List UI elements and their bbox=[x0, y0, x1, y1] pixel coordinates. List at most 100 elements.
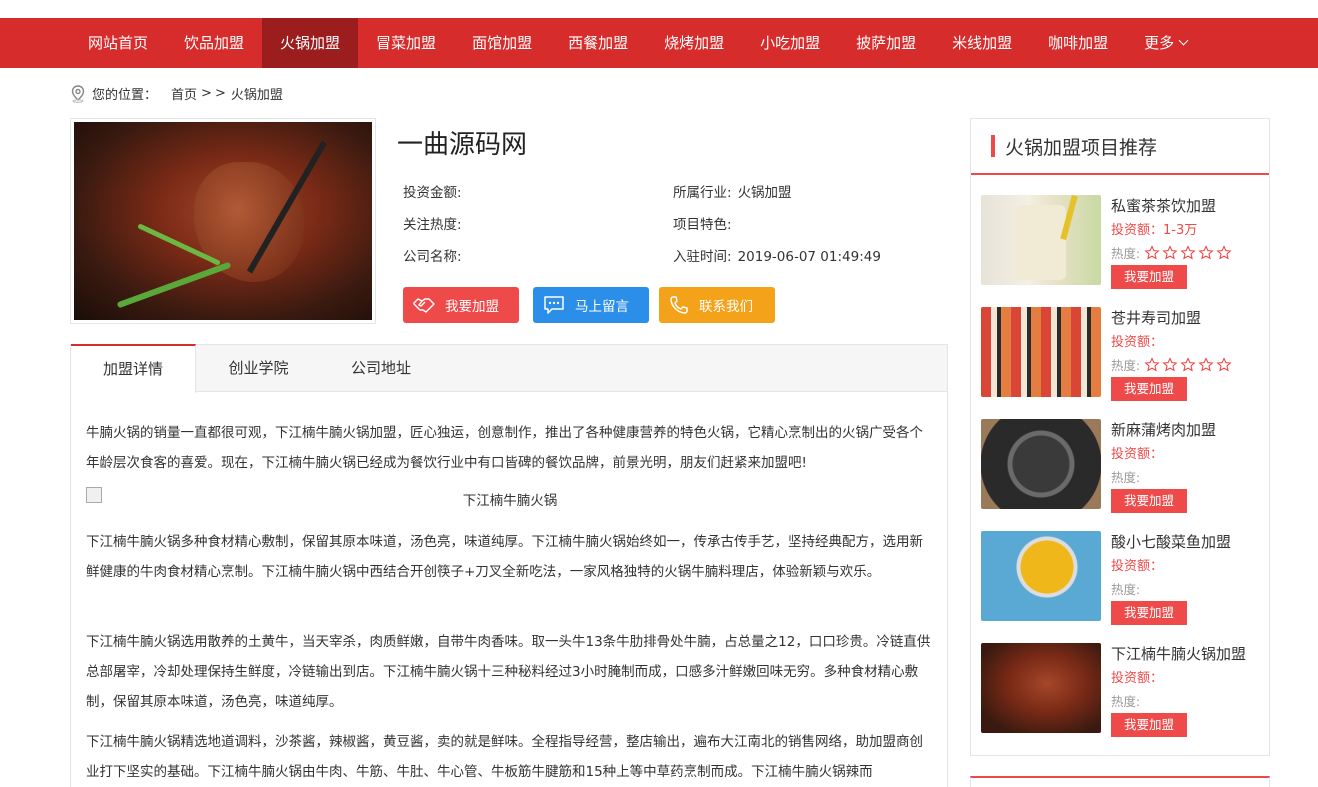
heat-label: 热度: bbox=[1111, 358, 1141, 373]
recommend-join-button[interactable]: 我要加盟 bbox=[1111, 489, 1187, 513]
leave-message-label: 马上留言 bbox=[575, 299, 629, 315]
nav-item-western[interactable]: 西餐加盟 bbox=[550, 18, 646, 68]
chevron-down-icon bbox=[1178, 35, 1189, 46]
breadcrumb: 您的位置： 首页 > > 火锅加盟 bbox=[70, 84, 283, 103]
joined-label: 入驻时间: bbox=[673, 249, 732, 265]
image-garnish bbox=[137, 223, 221, 266]
nav-more-label: 更多 bbox=[1144, 34, 1175, 52]
recommend-join-button[interactable]: 我要加盟 bbox=[1111, 713, 1187, 737]
nav-item-pizza[interactable]: 披萨加盟 bbox=[838, 18, 934, 68]
recommend-item[interactable]: 苍井寿司加盟 投资额： 热度: 我要加盟 bbox=[981, 307, 1261, 401]
star-outline-icon bbox=[1162, 356, 1178, 372]
recommend-item[interactable]: 私蜜茶茶饮加盟 投资额：1-3万 热度: 我要加盟 bbox=[981, 195, 1261, 289]
heat-label: 关注热度: bbox=[403, 217, 462, 233]
nav-item-more[interactable]: 更多 bbox=[1126, 18, 1205, 68]
feature-label: 项目特色: bbox=[673, 217, 732, 233]
join-button[interactable]: 我要加盟 bbox=[403, 287, 519, 323]
heat-label: 热度: bbox=[1111, 694, 1141, 709]
project-title: 一曲源码网 bbox=[397, 130, 528, 160]
nav-item-coffee[interactable]: 咖啡加盟 bbox=[1030, 18, 1126, 68]
chat-bubble-icon bbox=[544, 296, 564, 314]
sidebar-header-bar bbox=[991, 135, 995, 157]
heat-label: 热度: bbox=[1111, 246, 1141, 261]
top-nav: 网站首页 饮品加盟 火锅加盟 冒菜加盟 面馆加盟 西餐加盟 烧烤加盟 小吃加盟 … bbox=[0, 18, 1318, 68]
recommend-item-name[interactable]: 下江楠牛腩火锅加盟 bbox=[1111, 643, 1246, 664]
contact-us-button[interactable]: 联系我们 bbox=[659, 287, 775, 323]
heat-label: 热度: bbox=[1111, 582, 1141, 597]
article-paragraph: 下江楠牛腩火锅精选地道调料，沙茶酱，辣椒酱，黄豆酱，卖的就是鲜味。全程指导经营，… bbox=[86, 734, 923, 780]
nav-item-home[interactable]: 网站首页 bbox=[70, 18, 166, 68]
industry-value[interactable]: 火锅加盟 bbox=[738, 185, 792, 201]
recommend-item[interactable]: 新麻蒲烤肉加盟 投资额： 热度: 我要加盟 bbox=[981, 419, 1261, 513]
breadcrumb-separator: > bbox=[214, 86, 226, 101]
recommend-item-heat: 热度: bbox=[1111, 243, 1234, 262]
article-paragraph: 牛腩火锅的销量一直都很可观，下江楠牛腩火锅加盟，匠心独运，创意制作，推出了各种健… bbox=[86, 425, 923, 471]
nav-item-hotpot[interactable]: 火锅加盟 bbox=[262, 18, 359, 68]
recommend-item-heat: 热度: bbox=[1111, 355, 1234, 374]
tab-franchise-details[interactable]: 加盟详情 bbox=[71, 344, 196, 393]
recommend-item-name[interactable]: 私蜜茶茶饮加盟 bbox=[1111, 195, 1216, 216]
recommend-item-image[interactable] bbox=[981, 307, 1101, 397]
recommend-item-heat: 热度: bbox=[1111, 579, 1140, 598]
industry-label: 所属行业: bbox=[673, 185, 732, 201]
recommend-item-invest: 投资额： bbox=[1111, 671, 1164, 686]
recommend-item-heat: 热度: bbox=[1111, 691, 1140, 710]
breadcrumb-separator: > bbox=[201, 86, 212, 101]
recommend-item-invest: 投资额： bbox=[1111, 447, 1164, 462]
recommend-item-image[interactable] bbox=[981, 195, 1101, 285]
star-outline-icon bbox=[1216, 244, 1232, 260]
star-outline-icon bbox=[1198, 356, 1214, 372]
project-image-frame bbox=[70, 118, 376, 324]
heat-label: 热度: bbox=[1111, 470, 1141, 485]
joined-field: 入驻时间: 2019-06-07 01:49:49 bbox=[673, 245, 881, 265]
recommend-join-button[interactable]: 我要加盟 bbox=[1111, 377, 1187, 401]
join-button-label: 我要加盟 bbox=[445, 299, 499, 315]
star-outline-icon bbox=[1180, 244, 1196, 260]
breadcrumb-current[interactable]: 火锅加盟 bbox=[231, 84, 283, 103]
article-paragraph: 下江楠牛腩火锅选用散养的土黄牛，当天宰杀，肉质鲜嫩，自带牛肉香味。取一头牛13条… bbox=[86, 634, 931, 710]
article-content: 牛腩火锅的销量一直都很可观，下江楠牛腩火锅加盟，匠心独运，创意制作，推出了各种健… bbox=[70, 391, 948, 787]
recommend-join-button[interactable]: 我要加盟 bbox=[1111, 265, 1187, 289]
breadcrumb-home[interactable]: 首页 bbox=[171, 84, 197, 103]
industry-field: 所属行业: 火锅加盟 bbox=[673, 181, 792, 201]
star-outline-icon bbox=[1144, 244, 1160, 260]
recommend-item-invest: 投资额：1-3万 bbox=[1111, 223, 1198, 238]
star-outline-icon bbox=[1144, 356, 1160, 372]
leave-message-button[interactable]: 马上留言 bbox=[533, 287, 649, 323]
nav-item-noodles[interactable]: 面馆加盟 bbox=[454, 18, 550, 68]
recommend-item-invest: 投资额： bbox=[1111, 335, 1164, 350]
recommend-item[interactable]: 酸小七酸菜鱼加盟 投资额： 热度: 我要加盟 bbox=[981, 531, 1261, 625]
recommend-item-name[interactable]: 新麻蒲烤肉加盟 bbox=[1111, 419, 1216, 440]
recommend-join-button[interactable]: 我要加盟 bbox=[1111, 601, 1187, 625]
rating-stars bbox=[1144, 356, 1234, 373]
sidebar-title: 火锅加盟项目推荐 bbox=[1005, 136, 1158, 159]
image-garnish bbox=[116, 261, 232, 309]
recommend-item-image[interactable] bbox=[981, 643, 1101, 733]
joined-value: 2019-06-07 01:49:49 bbox=[737, 249, 881, 265]
recommend-item-image[interactable] bbox=[981, 531, 1101, 621]
rating-stars bbox=[1144, 244, 1234, 261]
nav-item-snacks[interactable]: 小吃加盟 bbox=[742, 18, 838, 68]
tab-academy[interactable]: 创业学院 bbox=[196, 344, 321, 392]
phone-icon bbox=[670, 296, 688, 314]
star-outline-icon bbox=[1162, 244, 1178, 260]
tab-company-address[interactable]: 公司地址 bbox=[321, 344, 441, 392]
article-paragraph: 下江楠牛腩火锅多种食材精心敷制，保留其原本味道，汤色亮，味道纯厚。下江楠牛腩火锅… bbox=[86, 534, 923, 580]
sidebar-header: 火锅加盟项目推荐 bbox=[971, 119, 1269, 175]
recommend-item-name[interactable]: 酸小七酸菜鱼加盟 bbox=[1111, 531, 1231, 552]
project-image bbox=[74, 122, 372, 320]
recommend-item-image[interactable] bbox=[981, 419, 1101, 509]
nav-item-drinks[interactable]: 饮品加盟 bbox=[166, 18, 262, 68]
star-outline-icon bbox=[1216, 356, 1232, 372]
contact-us-label: 联系我们 bbox=[699, 299, 753, 315]
recommend-item-heat: 热度: bbox=[1111, 467, 1140, 486]
recommend-item-name[interactable]: 苍井寿司加盟 bbox=[1111, 307, 1201, 328]
nav-list: 网站首页 饮品加盟 火锅加盟 冒菜加盟 面馆加盟 西餐加盟 烧烤加盟 小吃加盟 … bbox=[70, 18, 1205, 68]
nav-item-rice-noodle[interactable]: 米线加盟 bbox=[934, 18, 1030, 68]
company-label: 公司名称: bbox=[403, 249, 462, 265]
nav-item-bbq[interactable]: 烧烤加盟 bbox=[646, 18, 742, 68]
nav-item-maocai[interactable]: 冒菜加盟 bbox=[358, 18, 454, 68]
article-image-caption: 下江楠牛腩火锅 bbox=[462, 493, 558, 509]
sidebar-next-section bbox=[970, 776, 1270, 787]
recommend-item[interactable]: 下江楠牛腩火锅加盟 投资额： 热度: 我要加盟 bbox=[981, 643, 1261, 737]
